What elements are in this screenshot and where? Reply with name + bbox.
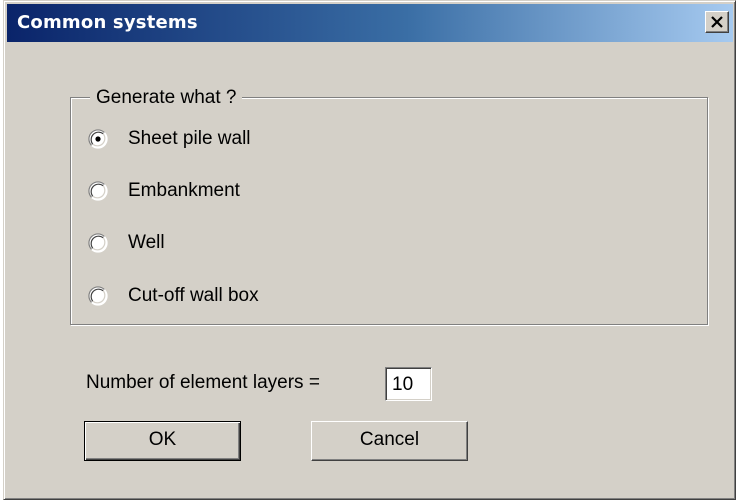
ok-button[interactable]: OK: [84, 421, 241, 461]
title-bar[interactable]: Common systems: [7, 4, 733, 42]
window-title: Common systems: [17, 12, 198, 33]
close-icon: [711, 16, 723, 28]
group-legend: Generate what ?: [90, 87, 243, 109]
radio-button-icon[interactable]: [88, 233, 108, 253]
radio-label: Well: [128, 232, 165, 253]
element-layers-label: Number of element layers =: [86, 372, 320, 393]
element-layers-input[interactable]: [385, 367, 432, 401]
radio-button-icon[interactable]: [88, 286, 108, 306]
cancel-button[interactable]: Cancel: [311, 421, 468, 461]
radio-label: Cut-off wall box: [128, 285, 259, 306]
radio-label: Embankment: [128, 180, 240, 201]
radio-button-selected-icon[interactable]: [88, 129, 108, 149]
radio-button-icon[interactable]: [88, 181, 108, 201]
close-button[interactable]: [705, 11, 729, 33]
common-systems-dialog: Common systems Generate what ? Sheet pil…: [3, 0, 736, 500]
radio-label: Sheet pile wall: [128, 128, 251, 149]
